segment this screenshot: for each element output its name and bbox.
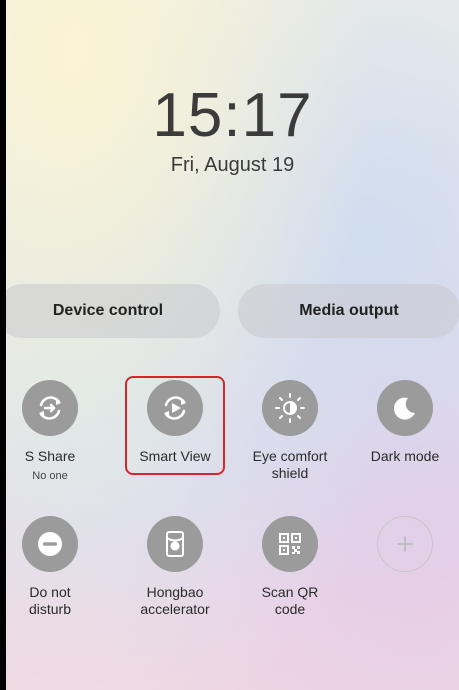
tile-hongbao-accelerator[interactable]: Hongbao accelerator <box>119 516 231 618</box>
tile-eye-comfort-label-line2: shield <box>271 465 309 481</box>
tile-eye-comfort-shield[interactable]: Eye comfort shield <box>234 380 346 482</box>
tile-hongbao-label: Hongbao accelerator <box>140 584 209 618</box>
tile-add[interactable] <box>349 516 459 572</box>
tile-dnd-label-line2: disturb <box>28 601 72 617</box>
device-control-button[interactable]: Device control <box>6 284 220 338</box>
minus-circle-icon[interactable] <box>22 516 78 572</box>
media-output-label: Media output <box>299 302 399 319</box>
tile-dark-mode[interactable]: Dark mode <box>349 380 459 465</box>
tile-dnd-label-line1: Do not <box>29 584 71 600</box>
tile-s-share[interactable]: S Share No one <box>6 380 106 482</box>
tile-scan-qr-code[interactable]: Scan QR code <box>234 516 346 618</box>
s-share-icon[interactable] <box>22 380 78 436</box>
tile-s-share-status: No one <box>32 470 68 482</box>
device-control-label: Device control <box>52 302 164 319</box>
lock-clock: 15:17 <box>152 81 313 150</box>
qr-code-icon[interactable] <box>262 516 318 572</box>
moon-icon[interactable] <box>377 380 433 436</box>
tile-s-share-label: S Share <box>24 448 76 464</box>
tile-dnd-label: Do not disturb <box>29 584 71 618</box>
tile-eye-comfort-label-line1: Eye comfort <box>252 448 328 464</box>
media-output-button[interactable]: Media output <box>238 284 459 338</box>
tile-scan-qr-label-line2: code <box>274 601 306 617</box>
quick-panel-screen: 15:17 Fri, August 19 Device control Medi… <box>6 0 459 690</box>
hongbao-icon[interactable] <box>147 516 203 572</box>
tile-scan-qr-label: Scan QR code <box>262 584 319 618</box>
tile-dark-mode-label: Dark mode <box>370 448 440 464</box>
eye-comfort-icon[interactable] <box>262 380 318 436</box>
tile-eye-comfort-label: Eye comfort shield <box>253 448 328 482</box>
lock-date: Fri, August 19 <box>170 154 295 176</box>
add-icon[interactable] <box>377 516 433 572</box>
tile-scan-qr-label-line1: Scan QR <box>261 584 319 600</box>
tile-hongbao-label-line2: accelerator <box>140 601 210 617</box>
tile-hongbao-label-line1: Hongbao <box>146 584 204 600</box>
smart-view-highlight-box <box>125 376 225 475</box>
tile-do-not-disturb[interactable]: Do not disturb <box>6 516 106 618</box>
